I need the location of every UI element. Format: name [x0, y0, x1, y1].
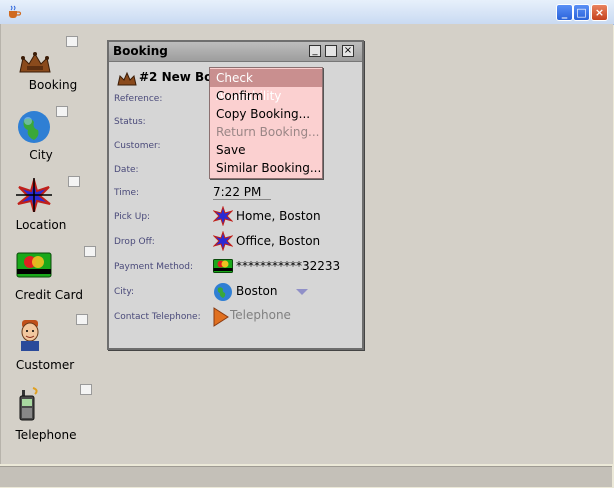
desktop-icon-label: Location	[15, 218, 67, 232]
maximize-button[interactable]: □	[573, 4, 590, 21]
shortcut-badge-icon	[68, 176, 80, 187]
mobile-phone-icon	[19, 387, 38, 421]
location-icon	[16, 178, 52, 212]
booking-window-titlebar[interactable]: Booking _ ×	[109, 42, 362, 62]
menu-item-save[interactable]: Save	[210, 141, 322, 159]
field-label-pick-up: Pick Up:	[114, 212, 151, 222]
field-label-time: Time:	[114, 188, 140, 198]
menu-item-return-booking: Return Booking...	[216, 125, 320, 139]
menu-item-check-availability[interactable]: Check Availability	[210, 69, 322, 103]
field-label-payment-method: Payment Method:	[114, 262, 194, 272]
field-label-city: City:	[114, 287, 135, 297]
credit-card-icon	[213, 259, 233, 273]
status-bar	[0, 466, 612, 487]
iconify-button[interactable]: _	[309, 45, 321, 57]
contact-telephone-value[interactable]: Telephone	[230, 308, 291, 322]
city-value[interactable]: Boston	[236, 284, 277, 298]
location-icon	[213, 231, 233, 251]
booking-icon	[117, 71, 137, 86]
desktop-icon-location[interactable]: Location	[14, 176, 104, 232]
shortcut-badge-icon	[84, 246, 96, 257]
maximize-button[interactable]	[325, 45, 337, 57]
field-label-date: Date:	[114, 165, 139, 175]
field-label-drop-off: Drop Off:	[114, 237, 155, 247]
field-label-status: Status:	[114, 117, 146, 127]
location-icon	[213, 206, 233, 226]
window-titlebar: _ □ ×	[0, 0, 614, 25]
booking-window-title: Booking	[113, 44, 168, 58]
desktop-icon-label: Telephone	[15, 428, 77, 442]
desktop-icon-booking[interactable]: Booking	[14, 36, 104, 96]
booking-actions-menu: Check Availability Confirm Copy Booking.…	[209, 67, 323, 179]
menu-item-copy-booking[interactable]: Copy Booking...	[210, 105, 322, 123]
menu-item-similar-booking[interactable]: Similar Booking...	[210, 159, 322, 177]
drop-off-value[interactable]: Office, Boston	[236, 234, 320, 248]
desktop-icon-label: City	[29, 148, 53, 162]
customer-icon	[21, 320, 39, 351]
globe-icon	[18, 111, 50, 143]
globe-icon	[214, 283, 232, 301]
desktop-icon-customer[interactable]: Customer	[14, 314, 104, 372]
desktop-icon-city[interactable]: City	[14, 106, 104, 164]
pick-up-value[interactable]: Home, Boston	[236, 209, 321, 223]
field-label-customer: Customer:	[114, 141, 161, 151]
shortcut-badge-icon	[66, 36, 78, 47]
field-label-reference: Reference:	[114, 94, 163, 104]
java-cup-icon	[9, 5, 22, 18]
play-arrow-icon	[213, 307, 229, 327]
desktop-icon-telephone[interactable]: Telephone	[14, 384, 104, 442]
desktop-icon-label: Booking	[28, 78, 78, 92]
field-label-contact-telephone: Contact Telephone:	[114, 312, 201, 322]
booking-icon	[19, 52, 51, 73]
close-button[interactable]: ×	[342, 45, 354, 57]
shortcut-badge-icon	[56, 106, 68, 117]
time-field[interactable]: 7:22 PM	[213, 185, 271, 200]
minimize-button[interactable]: _	[556, 4, 573, 21]
shortcut-badge-icon	[76, 314, 88, 325]
credit-card-icon	[16, 252, 52, 278]
desktop-icon-credit-card[interactable]: Credit Card	[14, 246, 104, 302]
shortcut-badge-icon	[80, 384, 92, 395]
payment-method-value[interactable]: ***********32233	[236, 259, 340, 273]
desktop-icon-label: Customer	[15, 358, 75, 372]
desktop-icon-label: Credit Card	[15, 288, 83, 302]
menu-item-confirm[interactable]: Confirm	[210, 87, 322, 105]
close-button[interactable]: ×	[591, 4, 608, 21]
chevron-down-icon[interactable]	[295, 288, 309, 296]
